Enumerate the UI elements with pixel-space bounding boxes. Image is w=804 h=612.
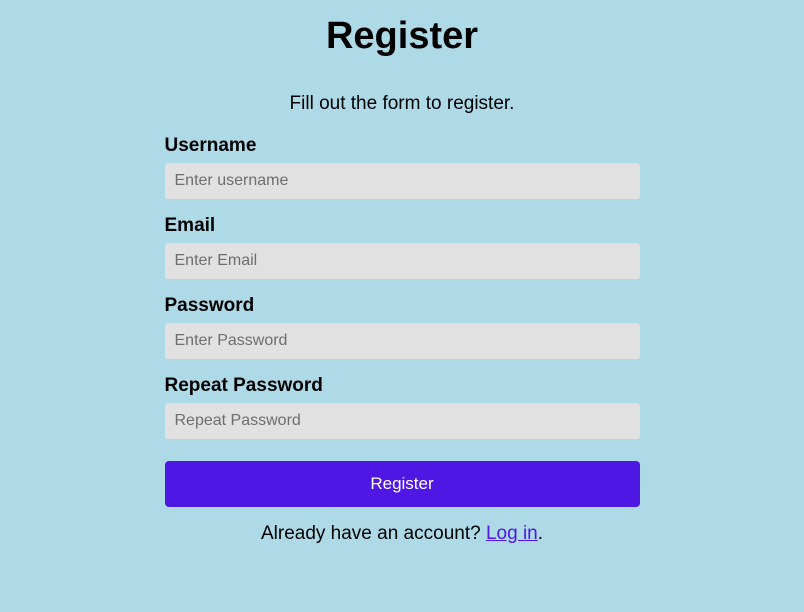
username-input[interactable] — [165, 163, 640, 199]
login-prompt: Already have an account? Log in. — [165, 523, 640, 545]
password-group: Password — [165, 295, 640, 359]
password-input[interactable] — [165, 323, 640, 359]
email-label: Email — [165, 215, 640, 237]
login-link[interactable]: Log in — [486, 523, 538, 544]
username-label: Username — [165, 135, 640, 157]
page-title: Register — [165, 15, 640, 58]
password-label: Password — [165, 295, 640, 317]
repeat-password-group: Repeat Password — [165, 375, 640, 439]
username-group: Username — [165, 135, 640, 199]
login-prompt-suffix: . — [538, 523, 543, 544]
email-input[interactable] — [165, 243, 640, 279]
login-prompt-text: Already have an account? — [261, 523, 486, 544]
register-form-container: Register Fill out the form to register. … — [165, 15, 640, 545]
repeat-password-input[interactable] — [165, 403, 640, 439]
subtitle: Fill out the form to register. — [165, 93, 640, 115]
register-button[interactable]: Register — [165, 461, 640, 507]
repeat-password-label: Repeat Password — [165, 375, 640, 397]
email-group: Email — [165, 215, 640, 279]
